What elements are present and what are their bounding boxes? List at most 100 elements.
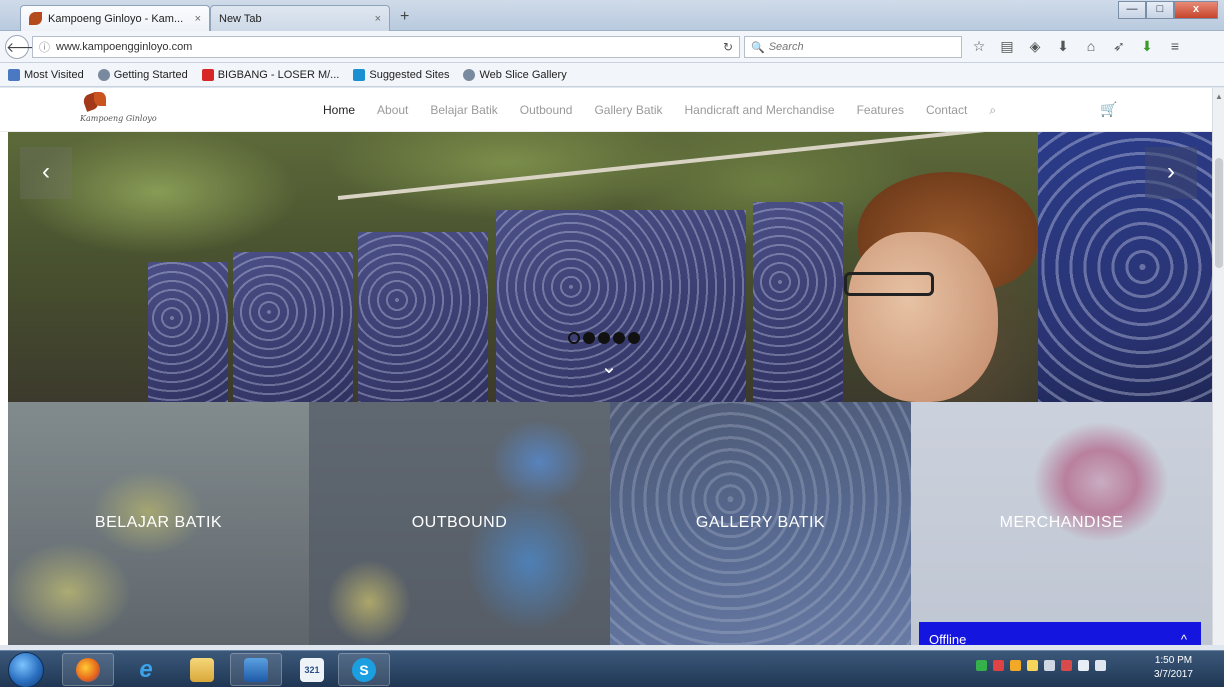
tile-label: MERCHANDISE [999,514,1124,531]
tab-close-icon[interactable]: × [195,13,201,25]
search-box[interactable]: 🔍 [744,36,962,58]
face-shape [848,232,998,402]
maximize-button[interactable]: □ [1146,1,1174,19]
slider-prev-button[interactable]: ‹ [20,147,72,199]
bookmark-most-visited[interactable]: Most Visited [8,68,84,81]
slider-dot[interactable] [598,332,610,344]
logo-text: Kampoeng Ginloyo [80,114,157,123]
bookmark-suggested-sites[interactable]: Suggested Sites [353,68,449,81]
nav-features[interactable]: Features [857,103,904,117]
nav-outbound[interactable]: Outbound [520,103,573,117]
tab-title: Kampoeng Ginloyo - Kam... [48,12,184,25]
nav-handicraft-merchandise[interactable]: Handicraft and Merchandise [685,103,835,117]
batik-cloth-image [496,210,746,402]
send-icon[interactable]: ➶ [1110,37,1128,55]
calendar-icon: 321 [300,657,324,682]
site-logo[interactable]: Kampoeng Ginloyo [70,92,157,128]
batik-cloth-image [148,262,228,402]
address-bar[interactable]: ⓘ www.kampoengginloyo.com ↻ [32,36,740,58]
pocket-icon[interactable]: ◈ [1026,37,1044,55]
tile-merchandise[interactable]: MERCHANDISE [911,402,1212,645]
tile-label: OUTBOUND [411,514,508,531]
menu-icon[interactable]: ≡ [1166,37,1184,55]
tab-close-icon[interactable]: × [375,13,381,25]
batik-cloth-image [753,202,843,402]
main-navigation: Home About Belajar Batik Outbound Galler… [323,88,996,132]
tab-new-tab[interactable]: New Tab × [210,5,390,31]
search-icon: 🔍 [751,41,765,54]
system-clock[interactable]: 1:50 PM 3/7/2017 [1154,654,1193,682]
bookmark-label: BIGBANG - LOSER M/... [217,68,340,81]
batik-cloth-image [358,232,488,402]
search-icon[interactable]: ⌕ [989,103,996,118]
reading-list-icon[interactable]: ▤ [998,37,1016,55]
tile-gallery-batik[interactable]: GALLERY BATIK [610,402,911,645]
url-text: www.kampoengginloyo.com [56,41,193,53]
tile-belajar-batik[interactable]: BELAJAR BATIK [8,402,309,645]
network-signal-icon[interactable] [1078,660,1089,671]
minimize-button[interactable]: — [1118,1,1146,19]
bookmark-star-icon[interactable]: ☆ [970,37,988,55]
site-favicon-icon [29,12,42,25]
taskbar-internet-explorer[interactable]: e [120,653,172,686]
globe-icon [97,68,110,81]
home-icon[interactable]: ⌂ [1082,37,1100,55]
tray-app-icon[interactable] [993,660,1004,671]
slider-dot[interactable] [628,332,640,344]
battery-icon[interactable] [1095,660,1106,671]
tab-kampoeng-ginloyo[interactable]: Kampoeng Ginloyo - Kam... × [20,5,210,31]
category-tiles: BELAJAR BATIK OUTBOUND GALLERY BATIK MER… [8,402,1212,645]
bing-icon [353,68,366,81]
nav-about[interactable]: About [377,103,408,117]
page-scrollbar[interactable]: ▲ [1212,88,1224,645]
taskbar-skype[interactable]: S [338,653,390,686]
slider-dot[interactable] [568,332,580,344]
close-window-button[interactable]: x [1174,1,1218,19]
tray-app-icon[interactable] [1010,660,1021,671]
taskbar-firefox[interactable] [62,653,114,686]
extension-icon[interactable]: ⬇ [1138,37,1156,55]
toolbar-icons: ☆ ▤ ◈ ⬇ ⌂ ➶ ⬇ ≡ [970,37,1184,55]
slider-next-button[interactable]: › [1145,147,1197,199]
new-tab-button[interactable]: + [400,8,409,26]
scroll-down-chevron-icon[interactable]: ⌄ [597,357,621,381]
clock-date: 3/7/2017 [1154,669,1193,680]
search-input[interactable] [768,41,949,53]
bookmark-bigbang[interactable]: BIGBANG - LOSER M/... [201,68,340,81]
bookmark-label: Most Visited [24,68,84,81]
cart-icon[interactable]: 🛒 [1100,101,1117,118]
nav-contact[interactable]: Contact [926,103,967,117]
internet-explorer-icon: e [139,655,153,683]
glasses-shape [844,272,934,296]
taskbar-file-explorer[interactable] [176,653,228,686]
tray-app-icon[interactable] [976,660,987,671]
slider-dot[interactable] [613,332,625,344]
hero-person-image [838,172,1048,402]
batik-cloth-image [233,252,353,402]
system-tray [976,660,1106,671]
volume-icon[interactable] [1044,660,1055,671]
bookmark-web-slice-gallery[interactable]: Web Slice Gallery [463,68,567,81]
nav-home[interactable]: Home [323,103,355,117]
slider-dot[interactable] [583,332,595,344]
web-page: Kampoeng Ginloyo Home About Belajar Bati… [0,88,1212,645]
scrollbar-thumb[interactable] [1215,158,1223,268]
taskbar-calendar[interactable]: 321 [286,653,338,686]
downloads-icon[interactable]: ⬇ [1054,37,1072,55]
start-button[interactable] [8,652,44,687]
nav-belajar-batik[interactable]: Belajar Batik [430,103,497,117]
scroll-up-icon[interactable]: ▲ [1215,92,1223,101]
reload-icon[interactable]: ↻ [723,40,733,54]
tile-outbound[interactable]: OUTBOUND [309,402,610,645]
back-button[interactable]: 🡐 [5,35,44,59]
tray-app-icon[interactable] [1027,660,1038,671]
chat-widget[interactable]: Offline ^ [919,622,1201,645]
site-info-icon[interactable]: ⓘ [39,39,50,55]
bookmark-getting-started[interactable]: Getting Started [97,68,188,81]
flag-icon[interactable] [1061,660,1072,671]
chevron-up-icon[interactable]: ^ [1181,632,1187,646]
nav-gallery-batik[interactable]: Gallery Batik [594,103,662,117]
taskbar-media-player[interactable] [230,653,282,686]
windows-taskbar: e 321 S 1:50 PM 3/7/2017 [0,650,1224,687]
file-explorer-icon [190,657,214,682]
